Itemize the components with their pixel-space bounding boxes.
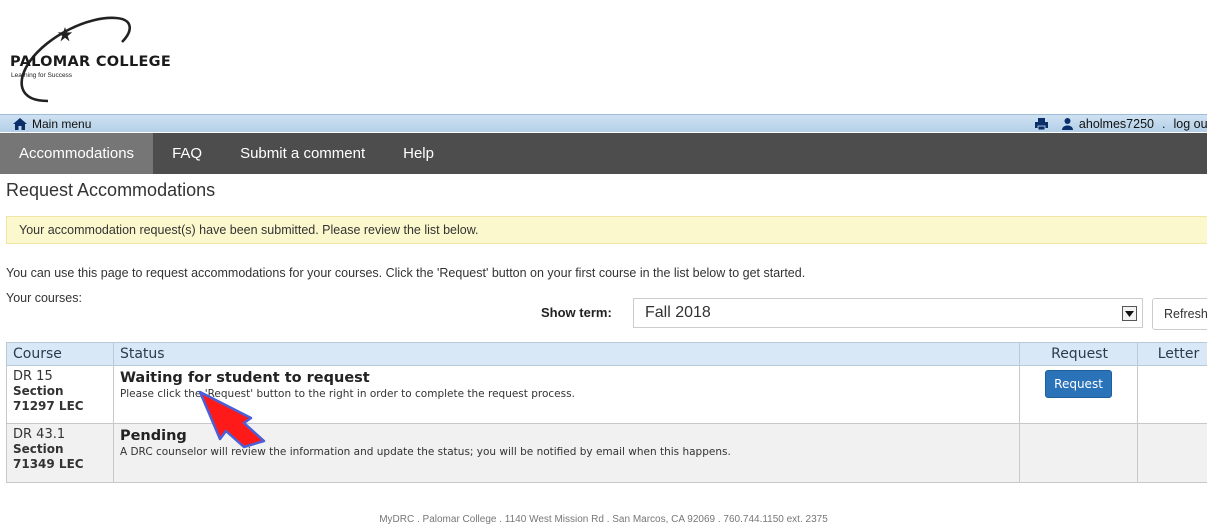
alert-text: Your accommodation request(s) have been … (19, 223, 479, 237)
term-selected-value: Fall 2018 (645, 304, 711, 321)
request-cell: Request (1019, 365, 1138, 424)
section-label: Section (13, 384, 64, 398)
main-menu-label: Main menu (32, 116, 92, 131)
your-courses-label: Your courses: (6, 291, 82, 305)
user-separator: . (1161, 117, 1166, 131)
intro-text: You can use this page to request accommo… (6, 266, 806, 280)
letter-cell (1137, 423, 1207, 483)
user-icon (1061, 118, 1073, 130)
main-menu-link[interactable]: Main menu (13, 117, 91, 131)
top-utility-bar: Main menu aholmes7250 . log out (0, 114, 1207, 132)
term-select[interactable]: Fall 2018 (633, 298, 1143, 328)
header-status: Status (112, 342, 1021, 366)
course-cell: DR 15 Section 71297 LEC (6, 365, 114, 424)
show-term-label: Show term: (541, 305, 612, 320)
course-code: DR 15 (13, 369, 53, 384)
table-row: DR 15 Section 71297 LEC Waiting for stud… (6, 365, 1207, 424)
table-row: DR 43.1 Section 71349 LEC Pending A DRC … (6, 423, 1207, 483)
course-code: DR 43.1 (13, 427, 66, 442)
header-request: Request (1019, 342, 1138, 366)
section-label: Section (13, 442, 64, 456)
chevron-down-icon[interactable] (1122, 306, 1137, 321)
table-header-row: Course Status Request Letter (6, 342, 1207, 366)
courses-table: Course Status Request Letter DR 15 Secti… (6, 342, 1207, 483)
palomar-logo: PALOMAR COLLEGE Learning for Success (8, 6, 198, 106)
home-icon (13, 117, 27, 130)
print-icon[interactable] (1034, 118, 1048, 130)
section-number: 71297 LEC (13, 399, 84, 413)
submitted-alert: Your accommodation request(s) have been … (6, 216, 1207, 244)
username: aholmes7250 (1078, 117, 1154, 131)
user-area: aholmes7250 . log out (1034, 115, 1207, 133)
nav-submit-comment[interactable]: Submit a comment (221, 133, 384, 174)
logo-tagline: Learning for Success (11, 72, 73, 79)
nav-help[interactable]: Help (384, 133, 453, 174)
page-title: Request Accommodations (6, 180, 216, 200)
status-title: Waiting for student to request (119, 370, 370, 386)
header-course: Course (6, 342, 114, 366)
course-cell: DR 43.1 Section 71349 LEC (6, 423, 114, 483)
logout-link[interactable]: log out (1173, 117, 1207, 131)
red-arrow-annotation (198, 390, 266, 449)
letter-cell (1137, 365, 1207, 424)
request-cell (1019, 423, 1138, 483)
logo-name: PALOMAR COLLEGE (10, 54, 172, 70)
request-button[interactable]: Request (1045, 370, 1113, 398)
footer: MyDRC . Palomar College . 1140 West Miss… (379, 514, 828, 525)
nav-faq[interactable]: FAQ (153, 133, 221, 174)
header-letter: Letter (1137, 342, 1207, 366)
section-number: 71349 LEC (13, 457, 84, 471)
nav-accommodations[interactable]: Accommodations (0, 133, 154, 174)
main-nav: Accommodations FAQ Submit a comment Help (0, 133, 1207, 174)
refresh-button[interactable]: Refresh (1152, 298, 1207, 330)
